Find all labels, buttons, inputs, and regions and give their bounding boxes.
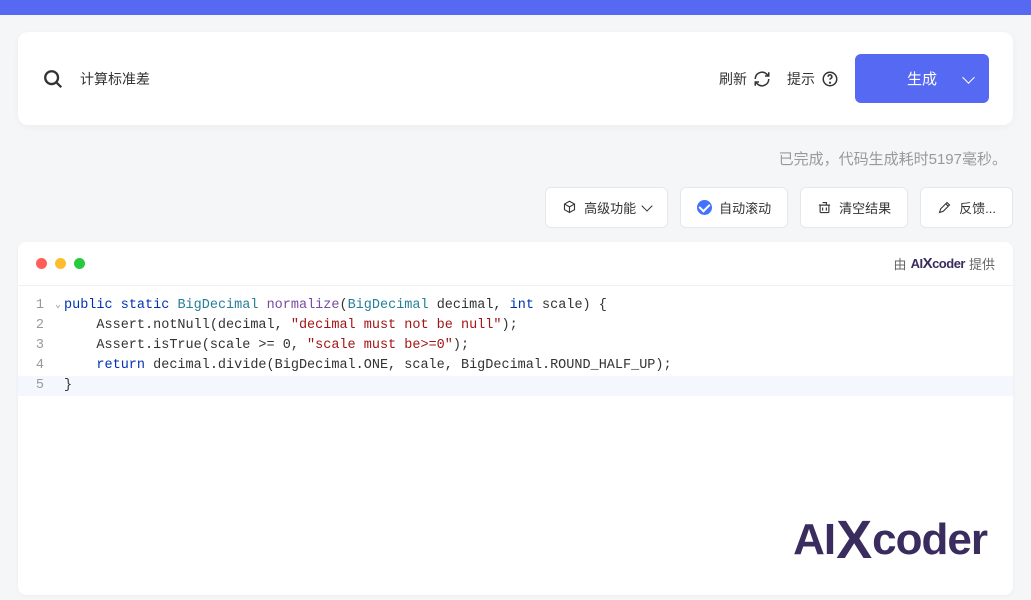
pencil-icon (937, 200, 952, 215)
watermark-logo: AIXcoder (793, 509, 987, 571)
brand-small: AIXcoder (911, 255, 965, 272)
check-icon (697, 200, 712, 215)
watermark-ai: AI (793, 515, 835, 565)
code-line[interactable]: 1⌄public static BigDecimal normalize(Big… (18, 296, 1013, 316)
autoscroll-button[interactable]: 自动滚动 (680, 187, 788, 228)
refresh-button[interactable]: 刷新 (719, 69, 771, 89)
question-icon (821, 70, 839, 88)
clear-button[interactable]: 清空结果 (800, 187, 908, 228)
code-panel: 由 AIXcoder 提供 1⌄public static BigDecimal… (18, 242, 1013, 595)
search-input[interactable] (80, 71, 703, 87)
code-content[interactable]: return decimal.divide(BigDecimal.ONE, sc… (64, 356, 672, 376)
attribution-prefix: 由 (894, 254, 907, 273)
clear-label: 清空结果 (839, 198, 891, 217)
code-content[interactable]: Assert.isTrue(scale >= 0, "scale must be… (64, 336, 469, 356)
autoscroll-label: 自动滚动 (719, 198, 771, 217)
window-controls (36, 258, 85, 269)
cube-icon (562, 200, 577, 215)
code-line[interactable]: 4 return decimal.divide(BigDecimal.ONE, … (18, 356, 1013, 376)
line-number: 2 (18, 316, 52, 336)
hint-label: 提示 (787, 69, 815, 89)
code-content[interactable]: } (64, 376, 72, 396)
chevron-down-icon (641, 200, 652, 211)
refresh-icon (753, 70, 771, 88)
line-number: 1 (18, 296, 52, 316)
header-gradient (0, 0, 1031, 15)
toolbar: 高级功能 自动滚动 清空结果 反馈... (0, 187, 1031, 242)
advanced-button[interactable]: 高级功能 (545, 187, 668, 228)
attribution: 由 AIXcoder 提供 (894, 254, 995, 273)
attribution-suffix: 提供 (969, 254, 995, 273)
minimize-dot[interactable] (55, 258, 66, 269)
watermark-coder: coder (872, 515, 987, 565)
advanced-label: 高级功能 (584, 198, 636, 217)
fold-gutter[interactable]: ⌄ (52, 296, 64, 316)
search-panel: 刷新 提示 生成 (18, 32, 1013, 125)
code-content[interactable]: public static BigDecimal normalize(BigDe… (64, 296, 607, 316)
line-number: 5 (18, 376, 52, 396)
feedback-button[interactable]: 反馈... (920, 187, 1013, 228)
generate-label: 生成 (907, 68, 937, 89)
close-dot[interactable] (36, 258, 47, 269)
line-number: 3 (18, 336, 52, 356)
code-line[interactable]: 2 Assert.notNull(decimal, "decimal must … (18, 316, 1013, 336)
hint-button[interactable]: 提示 (787, 69, 839, 89)
code-line[interactable]: 5} (18, 376, 1013, 396)
maximize-dot[interactable] (74, 258, 85, 269)
search-icon (42, 68, 64, 90)
trash-icon (817, 200, 832, 215)
watermark-x: X (836, 509, 871, 571)
code-content[interactable]: Assert.notNull(decimal, "decimal must no… (64, 316, 518, 336)
code-header: 由 AIXcoder 提供 (18, 242, 1013, 286)
feedback-label: 反馈... (959, 198, 996, 217)
code-line[interactable]: 3 Assert.isTrue(scale >= 0, "scale must … (18, 336, 1013, 356)
line-number: 4 (18, 356, 52, 376)
code-body[interactable]: 1⌄public static BigDecimal normalize(Big… (18, 286, 1013, 406)
generate-button[interactable]: 生成 (855, 54, 989, 103)
refresh-label: 刷新 (719, 69, 747, 89)
